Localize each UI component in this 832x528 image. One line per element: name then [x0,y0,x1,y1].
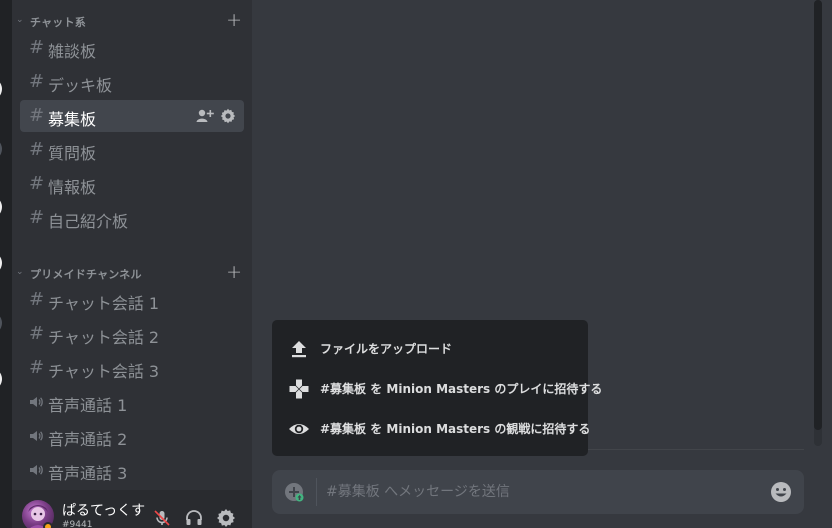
channel-name: デッキ板 [48,76,113,95]
headphones-icon[interactable] [184,508,204,528]
server-icon[interactable] [0,196,2,218]
invite-spectate-option[interactable]: #募集板 を Minion Masters の観戦に招待する [272,408,591,448]
emoji-icon[interactable] [770,481,792,503]
gear-icon[interactable] [220,108,236,124]
user-settings-gear-icon[interactable] [216,508,236,528]
channel-tools [196,108,236,124]
channel-item[interactable]: # チャット会話 2 [20,318,244,350]
upload-file-option[interactable]: ファイルをアップロード [272,328,588,368]
hash-icon: # [29,71,45,92]
channel-item[interactable]: # チャット会話 3 [20,352,244,384]
channel-name: チャット会話 1 [48,294,160,313]
channel-name: チャット会話 2 [48,328,160,347]
eye-icon [289,424,309,434]
upload-popup-menu: ファイルをアップロード #募集板 を Minion Masters のプレイに招… [272,320,602,456]
server-icon[interactable] [0,138,2,160]
server-icon[interactable] [0,368,2,390]
speaker-icon [30,431,43,441]
server-icon[interactable] [0,78,2,100]
hash-icon: # [29,105,45,126]
chat-area: ファイルをアップロード #募集板 を Minion Masters のプレイに招… [252,0,832,528]
message-input[interactable] [326,480,756,504]
voice-channel-item[interactable]: 音声通話 2 [20,420,244,452]
chevron-down-icon: ⌄ [16,267,24,277]
invite-play-label: #募集板 を Minion Masters のプレイに招待する [320,382,603,396]
category-chat[interactable]: ⌄ チャット系 + [12,9,252,32]
server-icon[interactable] [0,252,2,274]
user-panel: ぱるてっくす #9441 [12,490,252,528]
hash-icon: # [29,357,45,378]
category-label: チャット系 [30,16,86,29]
upload-file-label: ファイルをアップロード [320,342,453,356]
speaker-icon [30,465,43,475]
channel-item[interactable]: # 自己紹介板 [20,202,244,234]
channel-name: 募集板 [48,110,97,129]
invite-spectate-label: #募集板 を Minion Masters の観戦に招待する [320,422,591,436]
hash-icon: # [29,173,45,194]
hash-icon: # [29,323,45,344]
channel-name: 音声通話 3 [48,464,128,483]
server-icon[interactable] [0,312,2,334]
channel-sidebar: ⌄ チャット系 + # 雑談板 # デッキ板 # 募集板 # 質問板 # 情報板… [12,0,252,528]
channel-name: 質問板 [48,144,97,163]
hash-icon: # [29,37,45,58]
status-idle-icon [43,522,53,528]
scrollbar-thumb[interactable] [814,0,822,430]
channel-item[interactable]: # デッキ板 [20,66,244,98]
mute-microphone-icon[interactable] [152,508,172,528]
channel-name: 雑談板 [48,42,97,61]
user-tag: #9441 [62,520,93,528]
voice-channel-item[interactable]: 音声通話 1 [20,386,244,418]
discord-window: ⌄ チャット系 + # 雑談板 # デッキ板 # 募集板 # 質問板 # 情報板… [0,0,832,528]
invite-icon[interactable] [196,108,214,124]
message-composer [272,470,804,514]
channel-item[interactable]: # チャット会話 1 [20,284,244,316]
category-label: プリメイドチャンネル [30,268,142,281]
username: ぱるてっくす [62,503,146,519]
channel-item-active[interactable]: # 募集板 [20,100,244,132]
channel-name: チャット会話 3 [48,362,160,381]
channel-name: 自己紹介板 [48,212,129,231]
add-channel-button[interactable]: + [226,9,242,31]
channel-item[interactable]: # 情報板 [20,168,244,200]
add-attachment-icon[interactable] [284,482,304,502]
hash-icon: # [29,207,45,228]
server-list [0,0,12,528]
channel-name: 音声通話 2 [48,430,128,449]
gamepad-icon [289,379,309,399]
invite-play-option[interactable]: #募集板 を Minion Masters のプレイに招待する [272,368,602,408]
category-premade[interactable]: ⌄ プリメイドチャンネル + [12,261,252,284]
speaker-icon [30,397,43,407]
channel-item[interactable]: # 質問板 [20,134,244,166]
add-channel-button[interactable]: + [226,261,242,283]
voice-channel-item[interactable]: 音声通話 3 [20,454,244,486]
channel-name: 音声通話 1 [48,396,128,415]
composer-separator [316,478,317,506]
hash-icon: # [29,289,45,310]
channel-item[interactable]: # 雑談板 [20,32,244,64]
hash-icon: # [29,139,45,160]
upload-icon [292,341,306,358]
channel-name: 情報板 [48,178,97,197]
chevron-down-icon: ⌄ [16,15,24,25]
